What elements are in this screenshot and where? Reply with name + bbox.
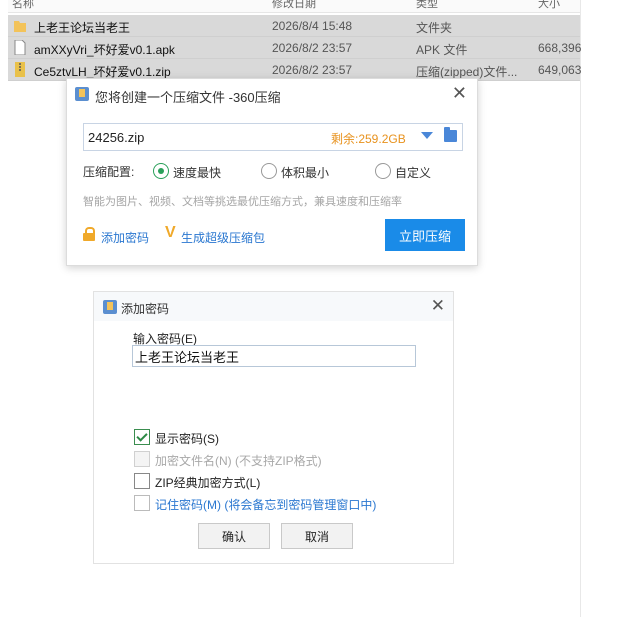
column-header-size[interactable]: 大小 bbox=[538, 0, 560, 11]
compress-dialog-title: 您将创建一个压缩文件 -360压缩 bbox=[95, 90, 281, 105]
lock-icon bbox=[83, 227, 95, 241]
radio-icon bbox=[375, 163, 391, 179]
file-date: 2026/8/2 23:57 bbox=[272, 63, 353, 77]
confirm-button[interactable]: 确认 bbox=[198, 523, 270, 549]
app-icon bbox=[75, 87, 89, 101]
file-size: 649,063 bbox=[538, 63, 582, 77]
file-icon bbox=[14, 40, 26, 55]
file-name: amXXyVri_坏好爱v0.1.apk bbox=[34, 43, 175, 57]
checkbox-icon bbox=[134, 495, 150, 511]
compress-now-button[interactable]: 立即压缩 bbox=[385, 219, 465, 251]
file-row[interactable]: 上老王论坛当老王 2026/8/4 15:48 文件夹 bbox=[8, 15, 580, 37]
radio-selected-icon bbox=[153, 163, 169, 179]
chevron-down-icon[interactable] bbox=[421, 132, 433, 139]
checkbox-checked-icon bbox=[134, 429, 150, 445]
file-type: 文件夹 bbox=[416, 21, 453, 35]
radio-icon bbox=[261, 163, 277, 179]
add-password-link[interactable]: 添加密码 bbox=[101, 229, 149, 246]
zip-icon bbox=[15, 62, 25, 77]
close-icon[interactable]: ✕ bbox=[431, 296, 445, 316]
column-header-type[interactable]: 类型 bbox=[416, 0, 438, 11]
compress-dialog-titlebar[interactable]: 您将创建一个压缩文件 -360压缩 ✕ bbox=[67, 79, 477, 109]
file-date: 2026/8/2 23:57 bbox=[272, 41, 353, 55]
column-header-date[interactable]: 修改日期 bbox=[272, 0, 316, 11]
password-dialog-titlebar[interactable]: 添加密码 ✕ bbox=[94, 292, 453, 321]
close-icon[interactable]: ✕ bbox=[452, 83, 467, 104]
checkbox-label: ZIP经典加密方式(L) bbox=[155, 476, 261, 490]
column-divider bbox=[580, 0, 581, 617]
file-row[interactable]: amXXyVri_坏好爱v0.1.apk 2026/8/2 23:57 APK … bbox=[8, 37, 582, 59]
folder-browse-icon[interactable] bbox=[444, 127, 457, 142]
file-name: 上老王论坛当老王 bbox=[34, 21, 131, 35]
checkbox-label: 记住密码(M) (将会备忘到密码管理窗口中) bbox=[155, 498, 377, 512]
compress-hint: 智能为图片、视频、文档等挑选最优压缩方式，兼具速度和压缩率 bbox=[83, 196, 402, 208]
column-header-name[interactable]: 名称 bbox=[12, 0, 34, 11]
checkbox-icon bbox=[134, 473, 150, 489]
app-icon bbox=[103, 300, 117, 314]
checkbox-label: 加密文件名(N) (不支持ZIP格式) bbox=[155, 454, 322, 468]
radio-label: 自定义 bbox=[395, 166, 432, 180]
checkbox-icon bbox=[134, 451, 150, 467]
radio-label: 速度最快 bbox=[173, 166, 222, 180]
file-type: APK 文件 bbox=[416, 43, 468, 57]
compress-dialog: 您将创建一个压缩文件 -360压缩 ✕ 24256.zip 剩余:259.2GB… bbox=[66, 78, 478, 266]
file-size: 668,396 bbox=[538, 41, 582, 55]
super-package-link[interactable]: 生成超级压缩包 bbox=[181, 229, 265, 246]
password-dialog-title: 添加密码 bbox=[121, 302, 170, 316]
folder-icon bbox=[14, 21, 26, 32]
file-date: 2026/8/4 15:48 bbox=[272, 19, 353, 33]
free-space-label: 剩余:259.2GB bbox=[331, 132, 406, 146]
password-dialog: 添加密码 ✕ 输入密码(E) 显示密码(S) 加密文件名(N) (不支持ZIP格… bbox=[93, 291, 454, 564]
password-input[interactable] bbox=[132, 345, 416, 367]
archive-path-field[interactable]: 24256.zip 剩余:259.2GB bbox=[83, 123, 463, 151]
cancel-button[interactable]: 取消 bbox=[281, 523, 353, 549]
archive-filename[interactable]: 24256.zip bbox=[88, 130, 144, 145]
v-icon: V bbox=[165, 224, 176, 241]
column-header-row: 名称 修改日期 类型 大小 bbox=[8, 0, 580, 13]
radio-label: 体积最小 bbox=[281, 166, 330, 180]
compress-config-label: 压缩配置: bbox=[83, 165, 135, 179]
checkbox-label: 显示密码(S) bbox=[155, 432, 219, 446]
